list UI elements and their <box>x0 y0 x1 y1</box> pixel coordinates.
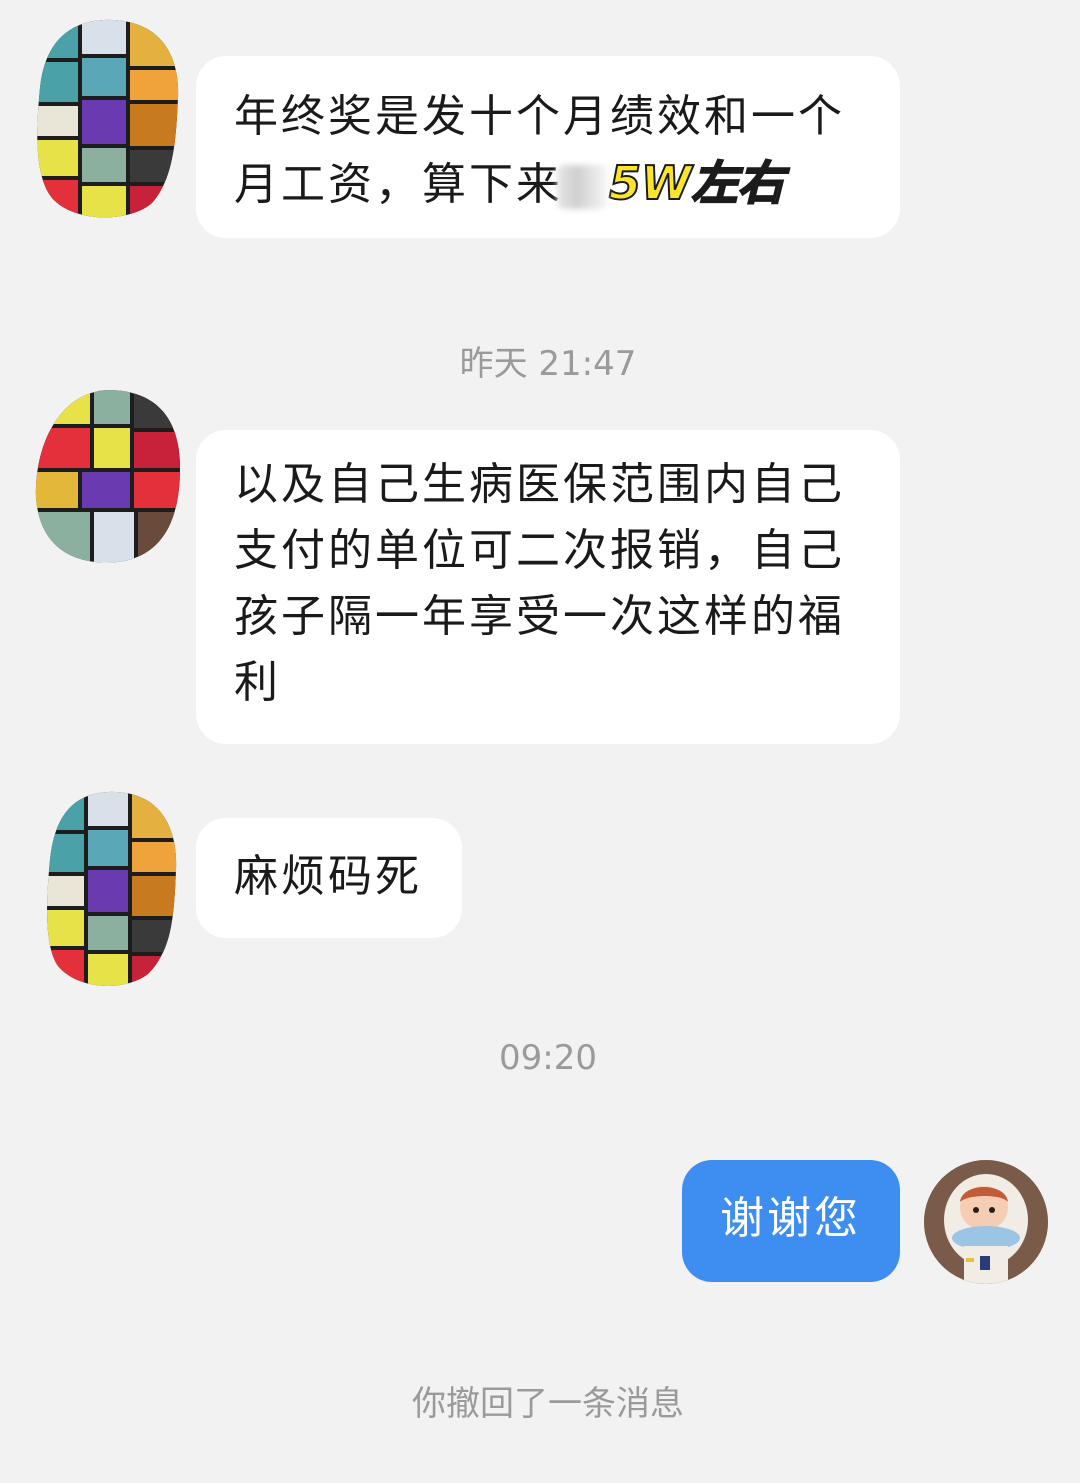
user-avatar[interactable] <box>924 1160 1048 1284</box>
contact-avatar[interactable] <box>44 790 178 988</box>
contact-avatar[interactable] <box>34 388 182 564</box>
message-bubble-incoming[interactable]: 麻烦码死 <box>196 818 462 938</box>
message-text: 谢谢您 <box>720 1193 861 1244</box>
timestamp: 昨天 21:47 <box>459 344 637 384</box>
highlight-sticker-text: 5W左右 <box>608 155 785 211</box>
message-text: 以及自己生病医保范围内自己支付的单位可二次报销，自己孩子隔一年享受一次这样的福利 <box>234 459 845 708</box>
contact-avatar[interactable] <box>34 18 182 220</box>
message-bubble-incoming[interactable]: 以及自己生病医保范围内自己支付的单位可二次报销，自己孩子隔一年享受一次这样的福利 <box>196 430 900 744</box>
message-bubble-outgoing[interactable]: 谢谢您 <box>682 1160 900 1282</box>
message-text: 麻烦码死 <box>234 851 422 902</box>
timestamp: 09:20 <box>499 1038 597 1078</box>
recall-notice: 你撤回了一条消息 <box>412 1384 684 1424</box>
blurred-redaction <box>557 165 607 209</box>
message-bubble-incoming[interactable]: 年终奖是发十个月绩效和一个月工资，算下来 5W左右 <box>196 56 900 238</box>
